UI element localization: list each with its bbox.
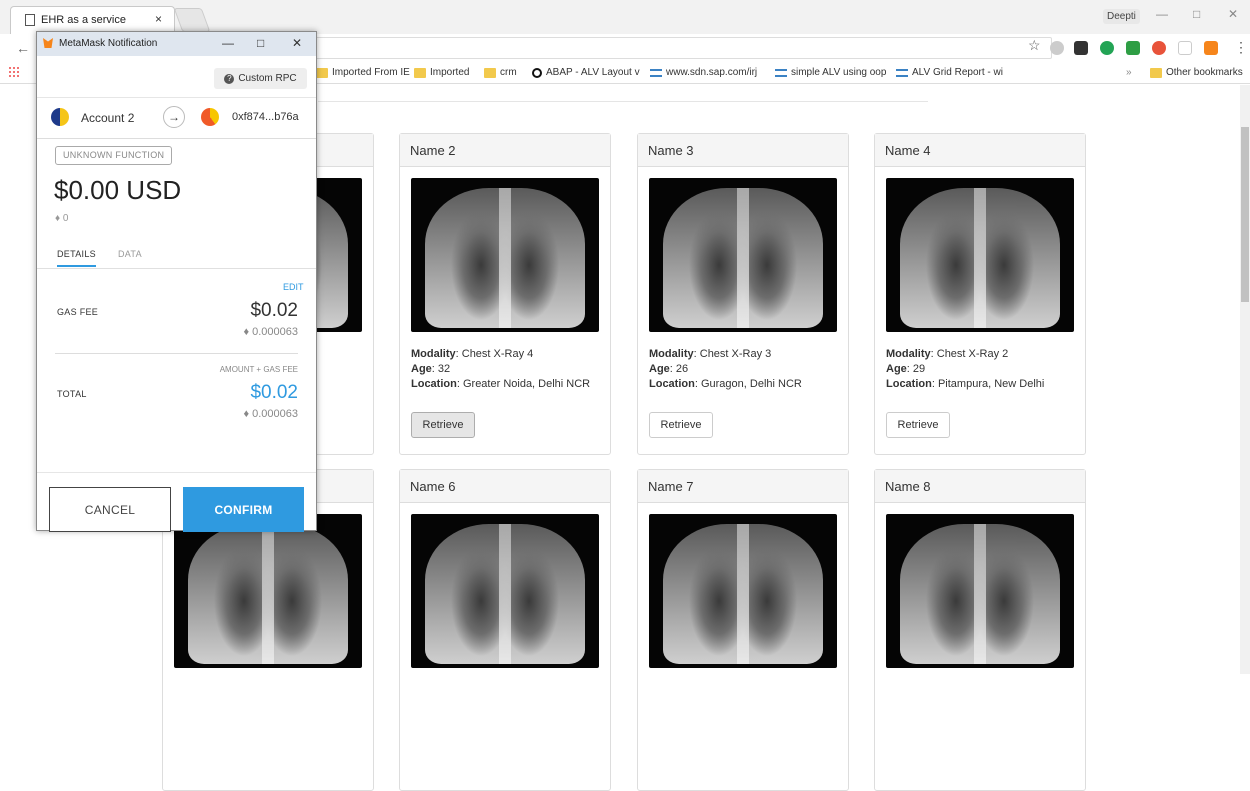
bookmark-simple-alv[interactable]: simple ALV using oop [775,67,886,78]
close-icon[interactable]: ✕ [292,36,302,50]
back-icon[interactable]: ← [16,40,30,56]
function-badge: UNKNOWN FUNCTION [55,146,173,165]
retrieve-button[interactable]: Retrieve [886,412,950,438]
metamask-fox-icon[interactable] [1204,41,1218,55]
extension-icon[interactable] [1152,41,1166,55]
retrieve-button[interactable]: Retrieve [411,412,475,438]
network-selector[interactable]: ? Custom RPC [214,68,307,89]
card-title: Name 2 [400,134,610,167]
xray-image [649,178,837,332]
edit-gas-link[interactable]: EDIT [283,282,304,292]
page-icon [25,14,35,26]
card-title: Name 3 [638,134,848,167]
maximize-icon[interactable]: □ [1193,7,1200,21]
folder-icon [484,67,496,78]
detail-tabs: DETAILS DATA [37,239,316,269]
xray-image [886,514,1074,668]
folder-icon [414,67,426,78]
cancel-button[interactable]: CANCEL [49,487,171,532]
divider [318,101,928,102]
github-icon [532,67,542,78]
scrollbar-thumb[interactable] [1241,127,1249,302]
gas-fee-label: GAS FEE [57,307,99,317]
minimize-icon[interactable]: — [222,36,234,50]
total-usd: $0.02 [250,382,298,403]
sap-icon [775,68,787,77]
bookmark-alv-grid[interactable]: ALV Grid Report - wi [896,67,1003,78]
tab-details[interactable]: DETAILS [57,249,96,267]
browser-tab[interactable]: EHR as a service × [10,6,175,34]
tab-data[interactable]: DATA [118,249,142,259]
metamask-window-title: MetaMask Notification [59,38,158,49]
amount-gas-label: AMOUNT + GAS FEE [219,365,298,374]
arrow-right-icon: → [163,106,185,128]
amount-eth: ♦ 0 [55,213,69,224]
minimize-icon[interactable]: — [1156,7,1168,21]
close-window-icon[interactable]: ✕ [1228,7,1238,21]
tab-title: EHR as a service [41,14,126,26]
metamask-notification: MetaMask Notification — □ ✕ ? Custom RPC… [36,31,317,532]
total-eth: ♦ 0.000063 [243,408,298,420]
metamask-titlebar[interactable]: MetaMask Notification — □ ✕ [37,32,316,56]
card-title: Name 8 [875,470,1085,503]
sap-icon [896,68,908,77]
record-info: Modality: Chest X-Ray 3 Age: 26 Location… [649,348,802,390]
gas-fee-usd: $0.02 [250,300,298,321]
record-info: Modality: Chest X-Ray 4 Age: 32 Location… [411,348,591,390]
record-card: Name 4 Modality: Chest X-Ray 2 Age: 29 L… [874,133,1086,455]
browser-tabstrip: EHR as a service × Deepti — □ ✕ [0,0,1250,34]
xray-image [411,514,599,668]
bookmarks-overflow[interactable]: » [1126,67,1132,78]
record-card: Name 6 [399,469,611,791]
account-row: Account 2 → 0xf874...b76a [37,97,316,139]
menu-icon[interactable]: ⋮ [1234,39,1248,56]
total-label: TOTAL [57,389,87,399]
retrieve-button[interactable]: Retrieve [649,412,713,438]
bookmark-sdn[interactable]: www.sdn.sap.com/irj [650,67,757,78]
sap-icon [650,68,662,77]
apps-icon[interactable] [8,66,20,78]
amount-usd: $0.00 USD [54,175,182,205]
record-card: Name 3 Modality: Chest X-Ray 3 Age: 26 L… [637,133,849,455]
gas-fee-eth: ♦ 0.000063 [243,326,298,338]
record-card: Name 8 [874,469,1086,791]
card-title: Name 6 [400,470,610,503]
folder-icon [316,67,328,78]
record-info: Modality: Chest X-Ray 2 Age: 29 Location… [886,348,1045,390]
xray-image [174,514,362,668]
new-tab-button[interactable] [173,8,211,32]
to-address: 0xf874...b76a [232,111,299,123]
card-title: Name 4 [875,134,1085,167]
from-account-name: Account 2 [81,111,135,125]
extension-icon[interactable] [1050,41,1064,55]
metamask-fox-icon [43,38,53,48]
qr-extension-icon[interactable] [1074,41,1088,55]
page-scrollbar[interactable] [1240,85,1250,674]
confirm-button[interactable]: CONFIRM [183,487,304,532]
bookmark-crm[interactable]: crm [484,67,517,78]
xray-image [411,178,599,332]
maximize-icon[interactable]: □ [257,36,264,50]
bookmark-abap[interactable]: ABAP - ALV Layout v [532,67,640,78]
record-card: Name 7 [637,469,849,791]
card-title: Name 7 [638,470,848,503]
folder-icon [1150,67,1162,78]
divider [37,472,316,473]
bookmark-imported[interactable]: Imported [414,67,469,78]
extension-icon[interactable] [1178,41,1192,55]
grammarly-icon[interactable] [1100,41,1114,55]
xray-image [649,514,837,668]
question-icon: ? [224,73,235,84]
bookmark-star-icon[interactable]: ☆ [1028,37,1041,54]
from-account-avatar [51,108,69,126]
profile-badge[interactable]: Deepti [1103,9,1140,24]
to-account-avatar [201,108,219,126]
divider [55,353,298,354]
extension-icon[interactable] [1126,41,1140,55]
bookmark-imported-from-ie[interactable]: Imported From IE [316,67,410,78]
tab-close-icon[interactable]: × [155,12,162,26]
record-card: Name 2 Modality: Chest X-Ray 4 Age: 32 L… [399,133,611,455]
bookmark-other[interactable]: Other bookmarks [1150,67,1243,78]
xray-image [886,178,1074,332]
